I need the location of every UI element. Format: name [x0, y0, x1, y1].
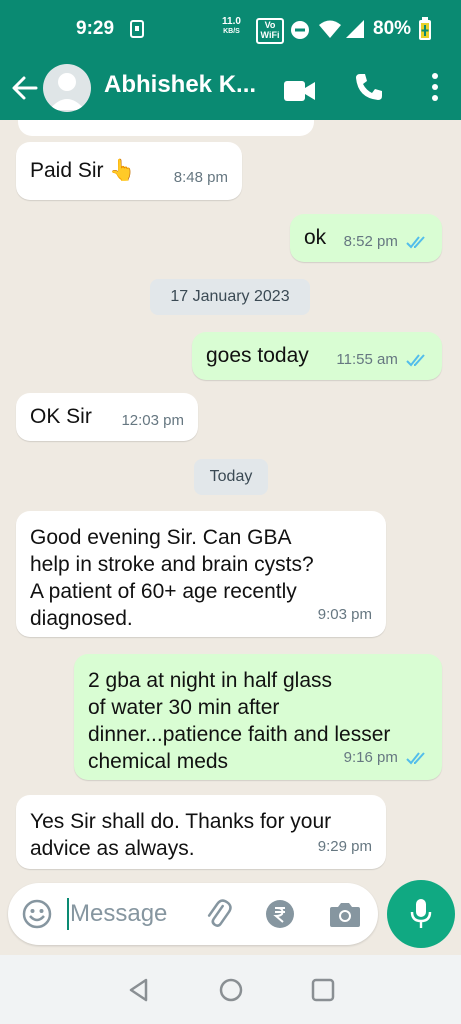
message-time: 12:03 pm — [121, 412, 184, 429]
vowifi-bottom: WiFi — [260, 30, 280, 40]
date-divider: 17 January 2023 — [150, 279, 310, 315]
message-time: 9:16 pm — [343, 749, 398, 766]
message-bubble-incoming[interactable]: Good evening Sir. Can GBA help in stroke… — [16, 511, 386, 637]
vowifi-badge: Vo WiFi — [256, 18, 284, 44]
message-text: Yes Sir shall do. Thanks for your advice… — [30, 808, 331, 862]
network-speed: 11.0 KB/S — [222, 17, 241, 37]
date-divider: Today — [194, 459, 268, 495]
message-bubble-outgoing[interactable]: 2 gba at night in half glass of water 30… — [74, 654, 442, 780]
image-message-partial[interactable] — [18, 120, 314, 136]
message-text: goes today — [206, 344, 309, 367]
text-cursor — [67, 898, 69, 930]
read-ticks-icon — [406, 354, 425, 367]
emoji-icon[interactable] — [22, 899, 52, 929]
message-meta: 9:16 pm — [344, 744, 428, 771]
phone-icon[interactable] — [352, 70, 386, 104]
camera-icon[interactable] — [329, 900, 361, 928]
message-line: Good evening Sir. Can GBA — [30, 526, 292, 549]
dnd-icon — [291, 21, 309, 39]
status-time: 9:29 — [76, 18, 115, 39]
message-bubble-outgoing[interactable]: goes today 11:55 am — [192, 332, 442, 380]
video-call-icon[interactable] — [283, 74, 317, 108]
nav-back-icon[interactable] — [126, 977, 152, 1003]
notification-icon — [130, 20, 144, 38]
back-arrow-icon[interactable] — [10, 73, 40, 103]
message-time: 9:29 pm — [317, 838, 372, 855]
message-text: OK Sir — [30, 405, 92, 428]
read-ticks-icon — [406, 236, 425, 249]
message-bubble-incoming[interactable]: Paid Sir 👆 8:48 pm — [16, 142, 242, 200]
network-speed-value: 11.0 — [222, 16, 241, 27]
message-line: advice as always. — [30, 837, 195, 860]
message-bubble-incoming[interactable]: Yes Sir shall do. Thanks for your advice… — [16, 795, 386, 869]
message-meta: 11:55 am — [336, 346, 428, 373]
nav-recents-icon[interactable] — [310, 977, 336, 1003]
status-bar: 9:29 11.0 KB/S Vo WiFi 80% — [0, 0, 461, 58]
default-avatar-icon — [49, 73, 85, 110]
message-line: A patient of 60+ age recently — [30, 580, 297, 603]
nav-home-icon[interactable] — [218, 977, 244, 1003]
message-bubble-outgoing[interactable]: ok 8:52 pm — [290, 214, 442, 262]
message-line: diagnosed. — [30, 607, 133, 630]
message-time: 8:52 pm — [343, 233, 398, 250]
message-line: help in stroke and brain cysts? — [30, 553, 314, 576]
message-input[interactable]: Message — [70, 900, 167, 928]
vowifi-top: Vo — [264, 20, 276, 30]
chat-area[interactable]: Paid Sir 👆 8:48 pm ok 8:52 pm 17 January… — [0, 120, 461, 882]
message-time: 8:48 pm — [173, 169, 228, 186]
mic-icon — [410, 899, 432, 928]
message-text: ok — [304, 226, 327, 249]
message-text: Paid Sir 👆 — [30, 159, 136, 182]
message-time: 9:03 pm — [317, 606, 372, 623]
message-line: 2 gba at night in half glass — [88, 669, 333, 692]
battery-percent: 80% — [373, 18, 412, 39]
rupee-payment-icon[interactable] — [265, 899, 295, 929]
message-line: of water 30 min after — [88, 696, 280, 719]
message-line: Yes Sir shall do. Thanks for your — [30, 810, 332, 833]
message-time: 11:55 am — [336, 351, 398, 368]
system-navigation-bar — [0, 955, 461, 1024]
read-ticks-icon — [406, 752, 425, 765]
network-speed-unit: KB/S — [223, 28, 240, 35]
message-composer[interactable]: Message — [8, 883, 378, 945]
message-bubble-incoming[interactable]: OK Sir 12:03 pm — [16, 393, 198, 441]
chat-header: Abhishek K... — [0, 58, 461, 120]
signal-icon — [346, 20, 364, 38]
message-text: Good evening Sir. Can GBA help in stroke… — [30, 524, 314, 632]
more-vertical-icon[interactable] — [418, 70, 452, 104]
contact-name[interactable]: Abhishek K... — [104, 71, 256, 99]
wifi-icon — [319, 20, 341, 38]
message-meta: 8:52 pm — [344, 228, 428, 255]
voice-message-button[interactable] — [387, 880, 455, 948]
battery-icon — [419, 17, 431, 40]
avatar[interactable] — [43, 64, 91, 112]
attach-icon[interactable] — [202, 898, 234, 930]
